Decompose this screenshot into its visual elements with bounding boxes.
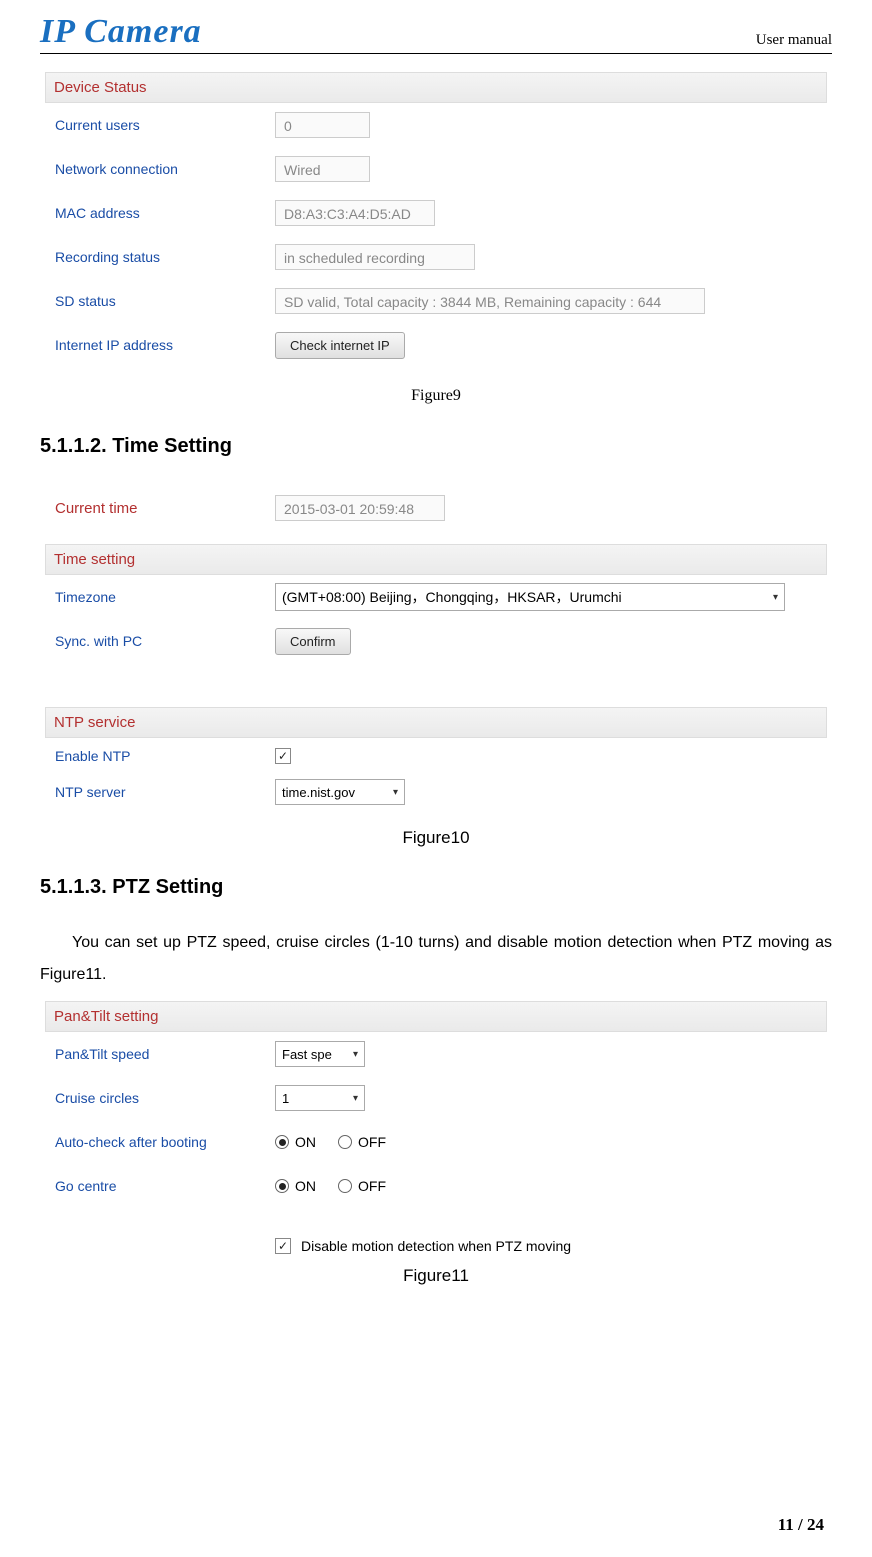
go-off-radio[interactable] xyxy=(338,1179,352,1193)
label-ntp-server: NTP server xyxy=(45,784,275,800)
ptz-title: Pan&Tilt setting xyxy=(45,1001,827,1032)
time-setting-title: Time setting xyxy=(45,544,827,575)
row-auto: Auto-check after booting ON OFF xyxy=(45,1120,827,1164)
section-time-setting-heading: 5.1.1.2. Time Setting xyxy=(40,435,832,458)
row-current-users: Current users 0 xyxy=(45,103,827,147)
ptz-body-text: You can set up PTZ speed, cruise circles… xyxy=(40,927,832,991)
row-cruise: Cruise circles 1 ▾ xyxy=(45,1076,827,1120)
row-network: Network connection Wired xyxy=(45,147,827,191)
confirm-button[interactable]: Confirm xyxy=(275,628,351,655)
row-ip: Internet IP address Check internet IP xyxy=(45,323,827,367)
auto-off-label: OFF xyxy=(358,1134,386,1150)
row-sync: Sync. with PC Confirm xyxy=(45,619,827,663)
label-auto: Auto-check after booting xyxy=(45,1134,275,1150)
go-on-radio[interactable] xyxy=(275,1179,289,1193)
row-go: Go centre ON OFF xyxy=(45,1164,827,1208)
row-speed: Pan&Tilt speed Fast spe ▾ xyxy=(45,1032,827,1076)
row-mac: MAC address D8:A3:C3:A4:D5:AD xyxy=(45,191,827,235)
speed-value: Fast spe xyxy=(282,1047,332,1062)
ptz-screenshot: Pan&Tilt setting Pan&Tilt speed Fast spe… xyxy=(40,1001,832,1254)
auto-on-label: ON xyxy=(295,1134,316,1150)
value-sd: SD valid, Total capacity : 3844 MB, Rema… xyxy=(275,288,705,314)
go-off-label: OFF xyxy=(358,1178,386,1194)
label-current-users: Current users xyxy=(45,117,275,133)
label-mac: MAC address xyxy=(45,205,275,221)
label-sync: Sync. with PC xyxy=(45,633,275,649)
value-mac: D8:A3:C3:A4:D5:AD xyxy=(275,200,435,226)
label-recording: Recording status xyxy=(45,249,275,265)
device-status-screenshot: Device Status Current users 0 Network co… xyxy=(40,72,832,367)
auto-off-radio[interactable] xyxy=(338,1135,352,1149)
timezone-value: (GMT+08:00) Beijing，Chongqing，HKSAR，Urum… xyxy=(282,587,622,607)
label-sd: SD status xyxy=(45,293,275,309)
row-ntp-enable: Enable NTP ✓ xyxy=(45,738,827,774)
time-setting-screenshot: Current time 2015-03-01 20:59:48 Time se… xyxy=(40,486,832,810)
ntp-title: NTP service xyxy=(45,707,827,738)
timezone-select[interactable]: (GMT+08:00) Beijing，Chongqing，HKSAR，Urum… xyxy=(275,583,785,611)
label-ntp-enable: Enable NTP xyxy=(45,748,275,764)
disable-motion-checkbox[interactable]: ✓ xyxy=(275,1238,291,1254)
row-current-time: Current time 2015-03-01 20:59:48 xyxy=(45,486,827,530)
figure9-caption: Figure9 xyxy=(40,387,832,405)
check-ip-button[interactable]: Check internet IP xyxy=(275,332,405,359)
label-timezone: Timezone xyxy=(45,589,275,605)
auto-radio-group: ON OFF xyxy=(275,1134,404,1150)
row-disable-motion: ✓ Disable motion detection when PTZ movi… xyxy=(45,1238,827,1254)
figure10-caption: Figure10 xyxy=(40,828,832,848)
value-recording: in scheduled recording xyxy=(275,244,475,270)
value-current-users: 0 xyxy=(275,112,370,138)
cruise-select[interactable]: 1 ▾ xyxy=(275,1085,365,1111)
ntp-server-value: time.nist.gov xyxy=(282,785,355,800)
section-ptz-heading: 5.1.1.3. PTZ Setting xyxy=(40,876,832,899)
current-time-title: Current time xyxy=(45,500,275,517)
device-status-panel: Device Status Current users 0 Network co… xyxy=(45,72,827,367)
disable-motion-label: Disable motion detection when PTZ moving xyxy=(301,1238,571,1254)
device-status-title: Device Status xyxy=(45,72,827,103)
go-on-label: ON xyxy=(295,1178,316,1194)
row-ntp-server: NTP server time.nist.gov ▾ xyxy=(45,774,827,810)
page-number: 11 / 24 xyxy=(778,1515,824,1535)
header-right-text: User manual xyxy=(756,32,832,49)
chevron-down-icon: ▾ xyxy=(353,1093,358,1104)
speed-select[interactable]: Fast spe ▾ xyxy=(275,1041,365,1067)
chevron-down-icon: ▾ xyxy=(353,1049,358,1060)
label-cruise: Cruise circles xyxy=(45,1090,275,1106)
ntp-enable-checkbox[interactable]: ✓ xyxy=(275,748,291,764)
figure11-caption: Figure11 xyxy=(40,1266,832,1286)
value-current-time: 2015-03-01 20:59:48 xyxy=(275,495,445,521)
cruise-value: 1 xyxy=(282,1091,289,1106)
row-recording: Recording status in scheduled recording xyxy=(45,235,827,279)
value-network: Wired xyxy=(275,156,370,182)
chevron-down-icon: ▾ xyxy=(393,787,398,798)
label-ip: Internet IP address xyxy=(45,337,275,353)
auto-on-radio[interactable] xyxy=(275,1135,289,1149)
row-timezone: Timezone (GMT+08:00) Beijing，Chongqing，H… xyxy=(45,575,827,619)
label-go: Go centre xyxy=(45,1178,275,1194)
label-speed: Pan&Tilt speed xyxy=(45,1046,275,1062)
page-header: IP Camera User manual xyxy=(40,0,832,54)
chevron-down-icon: ▾ xyxy=(773,592,778,603)
go-radio-group: ON OFF xyxy=(275,1178,404,1194)
ntp-server-select[interactable]: time.nist.gov ▾ xyxy=(275,779,405,805)
row-sd: SD status SD valid, Total capacity : 384… xyxy=(45,279,827,323)
logo: IP Camera xyxy=(40,15,202,49)
label-network: Network connection xyxy=(45,161,275,177)
